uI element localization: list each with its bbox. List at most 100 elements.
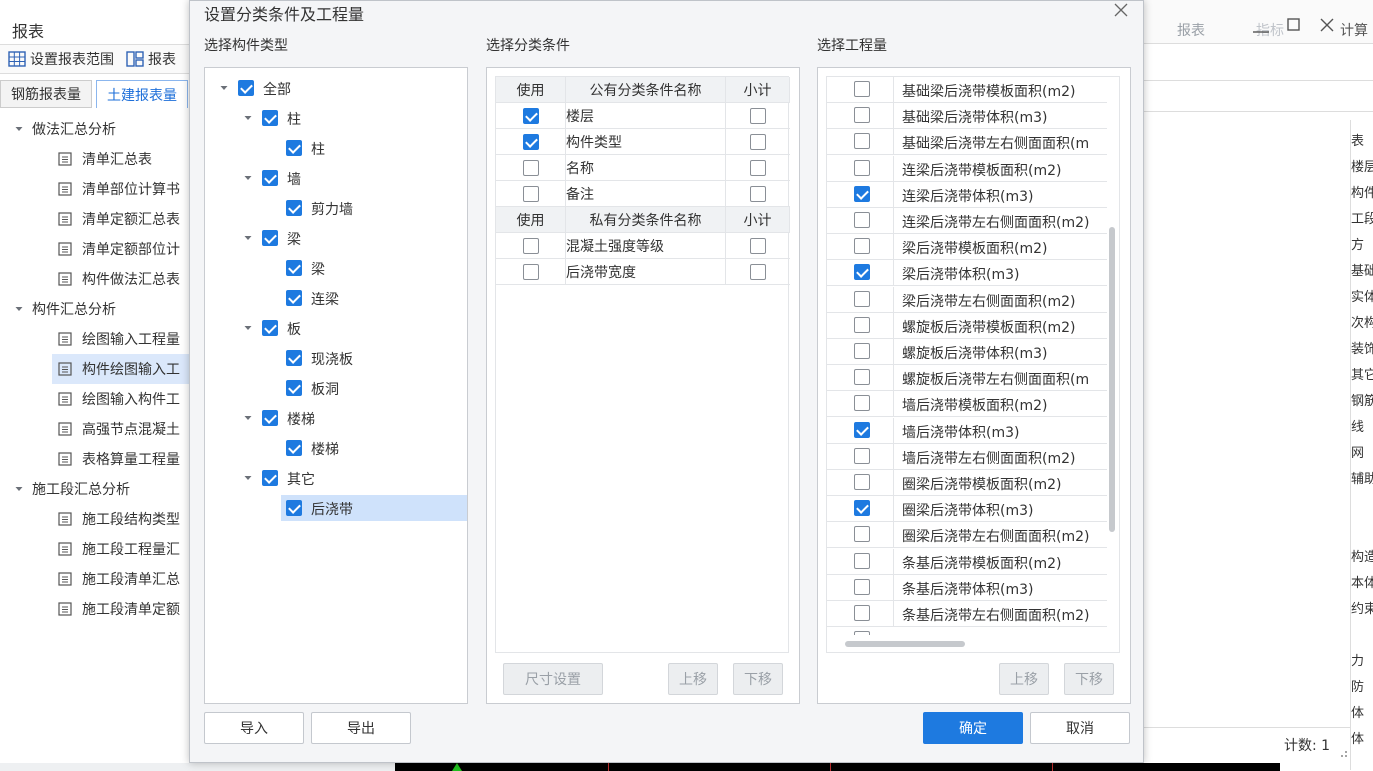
- condition-move-down-button[interactable]: 下移: [733, 663, 783, 695]
- quantity-row[interactable]: 圈梁后浇带左右侧面面积(m2): [827, 522, 1107, 549]
- tab-steel-report[interactable]: 钢筋报表量: [0, 80, 92, 108]
- chevron-down-icon[interactable]: [243, 413, 253, 423]
- quantity-checkbox[interactable]: [854, 421, 870, 438]
- quantity-row[interactable]: 圈梁后浇带体积(m3): [827, 496, 1107, 523]
- quantity-move-down-button[interactable]: 下移: [1064, 663, 1114, 695]
- size-setting-button[interactable]: 尺寸设置: [503, 663, 603, 695]
- use-checkbox[interactable]: [522, 107, 539, 124]
- component-checkbox[interactable]: [262, 230, 278, 246]
- property-strip-label[interactable]: 构件: [1351, 182, 1373, 206]
- tree-item[interactable]: 高强节点混凝土: [52, 414, 190, 444]
- use-checkbox[interactable]: [522, 263, 539, 280]
- condition-row[interactable]: 备注: [496, 180, 790, 207]
- tree-item[interactable]: 清单定额汇总表: [52, 204, 190, 234]
- tree-item[interactable]: 构件做法汇总表: [52, 264, 190, 294]
- component-tree-node[interactable]: 剪力墙: [205, 193, 467, 223]
- tree-group[interactable]: 施工段汇总分析: [14, 474, 190, 504]
- chevron-down-icon[interactable]: [14, 484, 24, 494]
- component-checkbox[interactable]: [262, 110, 278, 126]
- subtotal-checkbox[interactable]: [750, 237, 766, 254]
- property-strip-label[interactable]: [1351, 520, 1373, 544]
- quantity-checkbox[interactable]: [854, 578, 870, 595]
- property-strip-label[interactable]: 网: [1351, 442, 1373, 466]
- use-checkbox[interactable]: [522, 185, 539, 202]
- quantity-checkbox[interactable]: [854, 316, 870, 333]
- property-strip-label[interactable]: 楼层: [1351, 156, 1373, 180]
- component-tree-node[interactable]: 板洞: [205, 373, 467, 403]
- property-strip-label[interactable]: 基础: [1351, 260, 1373, 284]
- condition-row[interactable]: 楼层: [496, 102, 790, 129]
- tree-item[interactable]: 施工段清单汇总: [52, 564, 190, 594]
- condition-row[interactable]: 后浇带宽度: [496, 258, 790, 285]
- component-tree-node[interactable]: 全部: [205, 73, 467, 103]
- quantity-checkbox[interactable]: [854, 107, 870, 124]
- property-strip-label[interactable]: 约束: [1351, 598, 1373, 622]
- subtotal-checkbox[interactable]: [750, 133, 766, 150]
- condition-row[interactable]: 构件类型: [496, 128, 790, 155]
- component-tree-node[interactable]: 梁: [205, 223, 467, 253]
- component-tree-node[interactable]: 楼梯: [205, 433, 467, 463]
- quantity-checkbox[interactable]: [854, 212, 870, 228]
- quantity-checkbox[interactable]: [854, 159, 870, 176]
- property-strip-label[interactable]: 力: [1351, 650, 1373, 674]
- component-tree-node[interactable]: 其它: [205, 463, 467, 493]
- component-tree-node[interactable]: 连梁: [205, 283, 467, 313]
- quantity-row[interactable]: 螺旋板后浇带左右侧面面积(m: [827, 365, 1107, 392]
- quantity-checkbox[interactable]: [854, 264, 870, 281]
- property-strip-label[interactable]: 方: [1351, 234, 1373, 258]
- property-strip-label[interactable]: 钢筋: [1351, 390, 1373, 414]
- tree-item[interactable]: 施工段清单定额: [52, 594, 190, 624]
- quantity-row[interactable]: 连梁后浇带模板面积(m2): [827, 155, 1107, 182]
- component-checkbox[interactable]: [286, 380, 302, 396]
- quantity-horizontal-scrollbar[interactable]: [845, 641, 965, 647]
- quantity-checkbox[interactable]: [854, 395, 870, 412]
- tree-item[interactable]: 清单部位计算书: [52, 174, 190, 204]
- quantity-row[interactable]: 条基后浇带体积(m3): [827, 574, 1107, 601]
- component-checkbox[interactable]: [286, 440, 302, 456]
- subtotal-checkbox[interactable]: [750, 185, 766, 202]
- quantity-row[interactable]: 墙后浇带体积(m3): [827, 417, 1107, 444]
- component-checkbox[interactable]: [262, 320, 278, 336]
- component-tree-node[interactable]: 柱: [205, 133, 467, 163]
- subtotal-checkbox[interactable]: [750, 263, 766, 280]
- chevron-down-icon[interactable]: [14, 304, 24, 314]
- quantity-checkbox[interactable]: [854, 343, 870, 359]
- chevron-down-icon[interactable]: [243, 233, 253, 243]
- quantity-checkbox[interactable]: [854, 369, 870, 386]
- chevron-down-icon[interactable]: [243, 173, 253, 183]
- use-checkbox[interactable]: [522, 237, 539, 254]
- property-strip-label[interactable]: 体: [1351, 728, 1373, 752]
- subtotal-checkbox[interactable]: [750, 159, 766, 176]
- component-checkbox[interactable]: [262, 410, 278, 426]
- subtotal-checkbox[interactable]: [750, 107, 766, 124]
- property-strip-label[interactable]: [1351, 624, 1373, 648]
- quantity-row[interactable]: 连梁后浇带体积(m3): [827, 181, 1107, 208]
- import-button[interactable]: 导入: [204, 712, 304, 744]
- property-strip-label[interactable]: 防: [1351, 676, 1373, 700]
- quantity-checkbox[interactable]: [854, 631, 870, 636]
- quantity-checkbox[interactable]: [854, 552, 870, 569]
- component-checkbox[interactable]: [238, 80, 254, 96]
- property-strip-label[interactable]: 线: [1351, 416, 1373, 440]
- set-report-range-button[interactable]: 设置报表范围: [30, 49, 114, 69]
- quantity-vertical-scrollbar[interactable]: [1109, 227, 1115, 532]
- tree-item[interactable]: 施工段工程量汇: [52, 534, 190, 564]
- component-checkbox[interactable]: [286, 500, 302, 516]
- property-strip-label[interactable]: 装饰: [1351, 338, 1373, 362]
- condition-move-up-button[interactable]: 上移: [668, 663, 718, 695]
- window-maximize-button[interactable]: [1283, 16, 1305, 36]
- quantity-row[interactable]: 条基后浇带模板面积(m2): [827, 548, 1107, 575]
- component-checkbox[interactable]: [262, 170, 278, 186]
- property-strip-label[interactable]: 辅助: [1351, 468, 1373, 492]
- component-tree-node[interactable]: 楼梯: [205, 403, 467, 433]
- use-checkbox[interactable]: [522, 159, 539, 176]
- quantity-row[interactable]: 梁后浇带左右侧面面积(m2): [827, 286, 1107, 313]
- property-strip-label[interactable]: 体: [1351, 702, 1373, 726]
- component-tree-node[interactable]: 墙: [205, 163, 467, 193]
- chevron-down-icon[interactable]: [14, 124, 24, 134]
- quantity-checkbox[interactable]: [854, 238, 870, 255]
- quantity-checkbox[interactable]: [854, 526, 870, 543]
- cancel-button[interactable]: 取消: [1030, 712, 1130, 744]
- chevron-down-icon[interactable]: [243, 323, 253, 333]
- condition-row[interactable]: 混凝土强度等级: [496, 232, 790, 259]
